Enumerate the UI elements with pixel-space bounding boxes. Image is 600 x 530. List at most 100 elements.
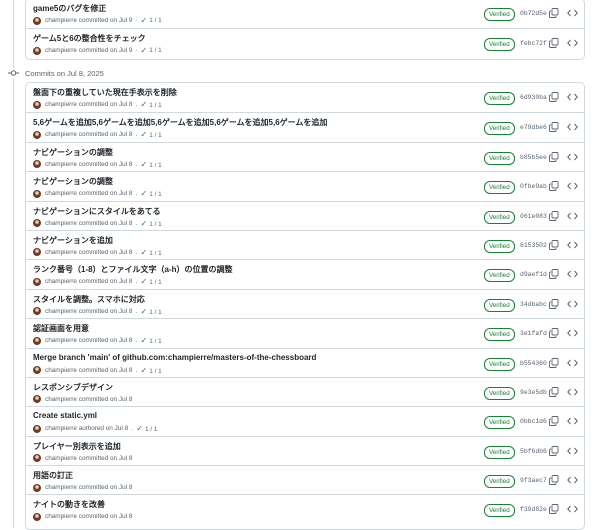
verified-badge[interactable]: Verified [484, 181, 515, 195]
commit-message[interactable]: ナイトの動きを改善 [33, 499, 105, 510]
avatar[interactable] [33, 248, 41, 257]
checks-count[interactable]: 1 / 1 [149, 162, 161, 169]
commit-author[interactable]: champierre [45, 484, 77, 491]
browse-code-icon[interactable] [567, 475, 578, 485]
checks-count[interactable]: 1 / 1 [149, 368, 161, 375]
browse-code-icon[interactable] [567, 211, 578, 221]
commit-message[interactable]: game5のバグを修正 [33, 3, 106, 14]
commit-sha[interactable]: 9e3e5db [520, 389, 547, 396]
verified-badge[interactable]: Verified [484, 269, 515, 283]
commit-message[interactable]: ナビゲーションの調整 [33, 147, 113, 158]
browse-code-icon[interactable] [567, 328, 578, 338]
commit-sha[interactable]: d9aef1d [520, 271, 547, 278]
copy-icon[interactable] [549, 504, 559, 515]
commit-author[interactable]: champierre [45, 425, 77, 432]
commit-sha[interactable]: b554360 [520, 360, 547, 367]
copy-icon[interactable] [549, 151, 559, 162]
commit-author[interactable]: champierre [45, 249, 77, 256]
copy-icon[interactable] [549, 445, 559, 456]
commit-author[interactable]: champierre [45, 101, 77, 108]
check-icon[interactable]: ✓ [141, 189, 148, 198]
copy-icon[interactable] [549, 269, 559, 280]
commit-message[interactable]: 用語の訂正 [33, 470, 73, 481]
commit-message[interactable]: スタイルを調整。スマホに対応 [33, 294, 145, 305]
checks-count[interactable]: 1 / 1 [149, 17, 161, 24]
verified-badge[interactable]: Verified [484, 8, 515, 21]
avatar[interactable] [33, 483, 41, 492]
copy-icon[interactable] [549, 122, 559, 133]
verified-badge[interactable]: Verified [484, 122, 515, 136]
avatar[interactable] [33, 454, 41, 463]
browse-code-icon[interactable] [567, 387, 578, 397]
browse-code-icon[interactable] [567, 122, 578, 132]
avatar[interactable] [33, 16, 41, 25]
verified-badge[interactable]: Verified [484, 416, 515, 430]
verified-badge[interactable]: Verified [484, 475, 515, 489]
avatar[interactable] [33, 424, 41, 433]
commit-sha[interactable]: e79dbe6 [520, 124, 547, 131]
check-icon[interactable]: ✓ [141, 307, 148, 316]
verified-badge[interactable]: Verified [484, 239, 515, 253]
commit-author[interactable]: champierre [45, 396, 77, 403]
commit-message[interactable]: Create static.yml [33, 411, 97, 420]
browse-code-icon[interactable] [567, 416, 578, 426]
commit-author[interactable]: champierre [45, 308, 77, 315]
avatar[interactable] [33, 336, 41, 345]
commit-message[interactable]: 盤面下の重複していた現在手表示を削除 [33, 87, 177, 98]
checks-count[interactable]: 1 / 1 [145, 426, 157, 433]
check-icon[interactable]: ✓ [141, 248, 148, 257]
avatar[interactable] [33, 307, 41, 316]
commit-sha[interactable]: 6153502 [520, 242, 547, 249]
checks-count[interactable]: 1 / 1 [149, 47, 161, 54]
commit-sha[interactable]: 3e1fafd [520, 330, 547, 337]
copy-icon[interactable] [549, 38, 559, 49]
browse-code-icon[interactable] [567, 446, 578, 456]
avatar[interactable] [33, 395, 41, 404]
check-icon[interactable]: ✓ [141, 46, 148, 55]
check-icon[interactable]: ✓ [141, 130, 148, 139]
browse-code-icon[interactable] [567, 240, 578, 250]
browse-code-icon[interactable] [567, 269, 578, 279]
copy-icon[interactable] [549, 210, 559, 221]
commit-sha[interactable]: f39d82e [520, 506, 547, 513]
commit-sha[interactable]: 0b72d5e [520, 10, 547, 17]
browse-code-icon[interactable] [567, 181, 578, 191]
commit-author[interactable]: champierre [45, 190, 77, 197]
avatar[interactable] [33, 219, 41, 228]
commit-sha[interactable]: 5bf6db6 [520, 448, 547, 455]
commit-message[interactable]: ナビゲーションの調整 [33, 176, 113, 187]
commit-message[interactable]: Merge branch 'main' of github.com:champi… [33, 353, 316, 362]
commit-message[interactable]: ナビゲーションにスタイルをあてる [33, 206, 161, 217]
avatar[interactable] [33, 277, 41, 286]
verified-badge[interactable]: Verified [484, 357, 515, 371]
browse-code-icon[interactable] [567, 358, 578, 368]
commit-author[interactable]: champierre [45, 278, 77, 285]
check-icon[interactable]: ✓ [141, 219, 148, 228]
avatar[interactable] [33, 189, 41, 198]
browse-code-icon[interactable] [567, 299, 578, 309]
browse-code-icon[interactable] [567, 8, 578, 18]
check-icon[interactable]: ✓ [141, 160, 148, 169]
checks-count[interactable]: 1 / 1 [149, 102, 161, 109]
browse-code-icon[interactable] [567, 504, 578, 514]
copy-icon[interactable] [549, 386, 559, 397]
copy-icon[interactable] [549, 240, 559, 250]
commit-sha[interactable]: 34dbabc [520, 301, 547, 308]
avatar[interactable] [33, 100, 41, 109]
commit-author[interactable]: champierre [45, 47, 77, 54]
checks-count[interactable]: 1 / 1 [149, 338, 161, 345]
copy-icon[interactable] [549, 8, 559, 18]
commit-author[interactable]: champierre [45, 337, 77, 344]
avatar[interactable] [33, 366, 41, 375]
commit-message[interactable]: レスポンシブデザイン [33, 382, 113, 393]
commit-author[interactable]: champierre [45, 455, 77, 462]
commit-sha[interactable]: b85b5ee [520, 154, 547, 161]
commit-author[interactable]: champierre [45, 513, 77, 520]
browse-code-icon[interactable] [567, 152, 578, 162]
checks-count[interactable]: 1 / 1 [149, 279, 161, 286]
commit-author[interactable]: champierre [45, 131, 77, 138]
check-icon[interactable]: ✓ [141, 16, 148, 25]
commit-sha[interactable]: 0fbe9ab [520, 183, 547, 190]
verified-badge[interactable]: Verified [484, 298, 515, 312]
commit-sha[interactable]: 6d930ba [520, 94, 547, 101]
